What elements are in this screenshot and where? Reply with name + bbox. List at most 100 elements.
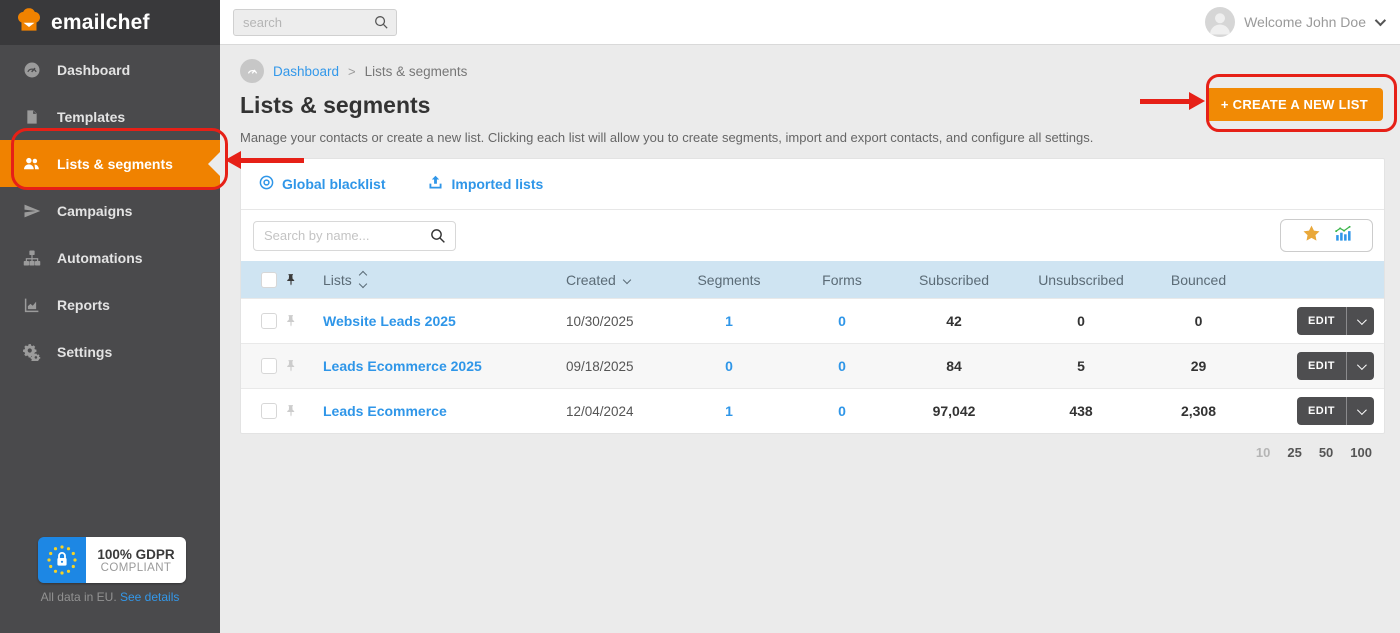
bounced-count: 29 — [1156, 358, 1241, 374]
segments-count-link[interactable]: 1 — [676, 313, 782, 329]
topbar: Welcome John Doe — [220, 0, 1400, 45]
sidebar-item-campaigns[interactable]: Campaigns — [0, 187, 220, 234]
sidebar-item-automations[interactable]: Automations — [0, 234, 220, 281]
chevron-down-icon — [1375, 15, 1386, 26]
welcome-text: Welcome John Doe — [1244, 14, 1366, 30]
sidebar-item-templates[interactable]: Templates — [0, 93, 220, 140]
list-name-link[interactable]: Leads Ecommerce 2025 — [323, 358, 482, 374]
sidebar-item-label: Automations — [57, 250, 143, 266]
gears-icon — [22, 342, 41, 361]
created-date: 12/04/2024 — [566, 404, 676, 419]
page-size-10[interactable]: 10 — [1256, 445, 1270, 460]
imported-lists-link[interactable]: Imported lists — [427, 174, 543, 194]
col-forms[interactable]: Forms — [782, 272, 902, 288]
eu-lock-icon — [38, 537, 86, 583]
pin-icon[interactable] — [277, 403, 305, 419]
list-search-input[interactable] — [253, 221, 456, 251]
sidebar-item-label: Reports — [57, 297, 110, 313]
pin-icon[interactable] — [277, 313, 305, 329]
upload-icon — [427, 174, 444, 194]
search-icon[interactable] — [429, 227, 447, 250]
avatar — [1205, 7, 1235, 37]
pin-header-icon — [277, 272, 305, 288]
sidebar: emailchef Dashboard Templates Lists & se… — [0, 0, 220, 633]
list-name-link[interactable]: Website Leads 2025 — [323, 313, 456, 329]
page-size-25[interactable]: 25 — [1287, 445, 1301, 460]
search-icon[interactable] — [373, 14, 390, 36]
global-blacklist-link[interactable]: Global blacklist — [258, 174, 385, 194]
edit-button[interactable]: EDIT — [1297, 315, 1346, 327]
pin-icon[interactable] — [277, 358, 305, 374]
user-menu[interactable]: Welcome John Doe — [1205, 7, 1400, 37]
edit-button[interactable]: EDIT — [1297, 360, 1346, 372]
edit-split-button: EDIT — [1297, 397, 1374, 425]
sidebar-item-reports[interactable]: Reports — [0, 281, 220, 328]
forms-count-link[interactable]: 0 — [782, 403, 902, 419]
table-row: Website Leads 2025 10/30/2025 1 0 42 0 0… — [241, 298, 1384, 343]
sidebar-item-label: Lists & segments — [57, 156, 173, 172]
page-size-selector: 10 25 50 100 — [220, 445, 1372, 460]
gdpr-title: 100% GDPR — [97, 547, 174, 562]
create-new-list-button[interactable]: + CREATE A NEW LIST — [1206, 88, 1383, 121]
col-subscribed[interactable]: Subscribed — [902, 272, 1006, 288]
edit-dropdown-button[interactable] — [1347, 363, 1374, 370]
list-search — [253, 221, 456, 251]
breadcrumb: Dashboard > Lists & segments — [220, 45, 1400, 86]
created-date: 10/30/2025 — [566, 314, 676, 329]
col-segments[interactable]: Segments — [676, 272, 782, 288]
edit-split-button: EDIT — [1297, 307, 1374, 335]
page-size-50[interactable]: 50 — [1319, 445, 1333, 460]
favorites-stats-toggle[interactable] — [1280, 219, 1373, 252]
table-header: Lists Created Segments Forms Subscribed … — [241, 261, 1384, 298]
sidebar-menu: Dashboard Templates Lists & segments Cam… — [0, 45, 220, 375]
sidebar-item-label: Campaigns — [57, 203, 132, 219]
subscribed-count: 97,042 — [902, 403, 1006, 419]
bounced-count: 2,308 — [1156, 403, 1241, 419]
breadcrumb-current: Lists & segments — [365, 64, 468, 79]
sort-icon[interactable] — [360, 272, 366, 287]
breadcrumb-separator: > — [348, 64, 356, 79]
col-lists[interactable]: Lists — [323, 272, 352, 288]
sidebar-item-lists-segments[interactable]: Lists & segments — [0, 140, 220, 187]
segments-count-link[interactable]: 0 — [676, 358, 782, 374]
sidebar-item-label: Dashboard — [57, 62, 130, 78]
main-content: Dashboard > Lists & segments Lists & seg… — [220, 45, 1400, 633]
row-checkbox[interactable] — [261, 358, 277, 374]
chef-hat-icon — [14, 5, 44, 40]
edit-dropdown-button[interactable] — [1347, 408, 1374, 415]
global-blacklist-label: Global blacklist — [282, 176, 385, 192]
row-checkbox[interactable] — [261, 313, 277, 329]
paper-plane-icon — [22, 201, 41, 220]
select-all-checkbox[interactable] — [261, 272, 277, 288]
edit-button[interactable]: EDIT — [1297, 405, 1346, 417]
table-row: Leads Ecommerce 2025 09/18/2025 0 0 84 5… — [241, 343, 1384, 388]
forms-count-link[interactable]: 0 — [782, 313, 902, 329]
list-toolbar — [241, 209, 1384, 261]
table-row: Leads Ecommerce 12/04/2024 1 0 97,042 43… — [241, 388, 1384, 433]
gdpr-footer-text: All data in EU. — [41, 590, 117, 604]
col-created[interactable]: Created — [566, 272, 616, 288]
target-icon — [258, 174, 275, 194]
gdpr-footer: All data in EU. See details — [0, 590, 220, 604]
edit-dropdown-button[interactable] — [1347, 318, 1374, 325]
unsubscribed-count: 438 — [1006, 403, 1156, 419]
logo[interactable]: emailchef — [0, 0, 220, 45]
page-size-100[interactable]: 100 — [1350, 445, 1372, 460]
sitemap-icon — [22, 248, 41, 267]
chevron-down-icon — [623, 275, 631, 283]
gauge-icon — [22, 60, 41, 79]
mini-chart-icon — [1333, 224, 1352, 248]
row-checkbox[interactable] — [261, 403, 277, 419]
global-search — [233, 9, 397, 36]
gdpr-see-details-link[interactable]: See details — [120, 590, 179, 604]
breadcrumb-dashboard-link[interactable]: Dashboard — [273, 64, 339, 79]
quick-links: Global blacklist Imported lists — [241, 159, 1384, 209]
col-unsubscribed[interactable]: Unsubscribed — [1006, 272, 1156, 288]
sidebar-item-settings[interactable]: Settings — [0, 328, 220, 375]
col-bounced[interactable]: Bounced — [1156, 272, 1241, 288]
forms-count-link[interactable]: 0 — [782, 358, 902, 374]
segments-count-link[interactable]: 1 — [676, 403, 782, 419]
page-description: Manage your contacts or create a new lis… — [220, 119, 1400, 145]
list-name-link[interactable]: Leads Ecommerce — [323, 403, 447, 419]
sidebar-item-dashboard[interactable]: Dashboard — [0, 46, 220, 93]
